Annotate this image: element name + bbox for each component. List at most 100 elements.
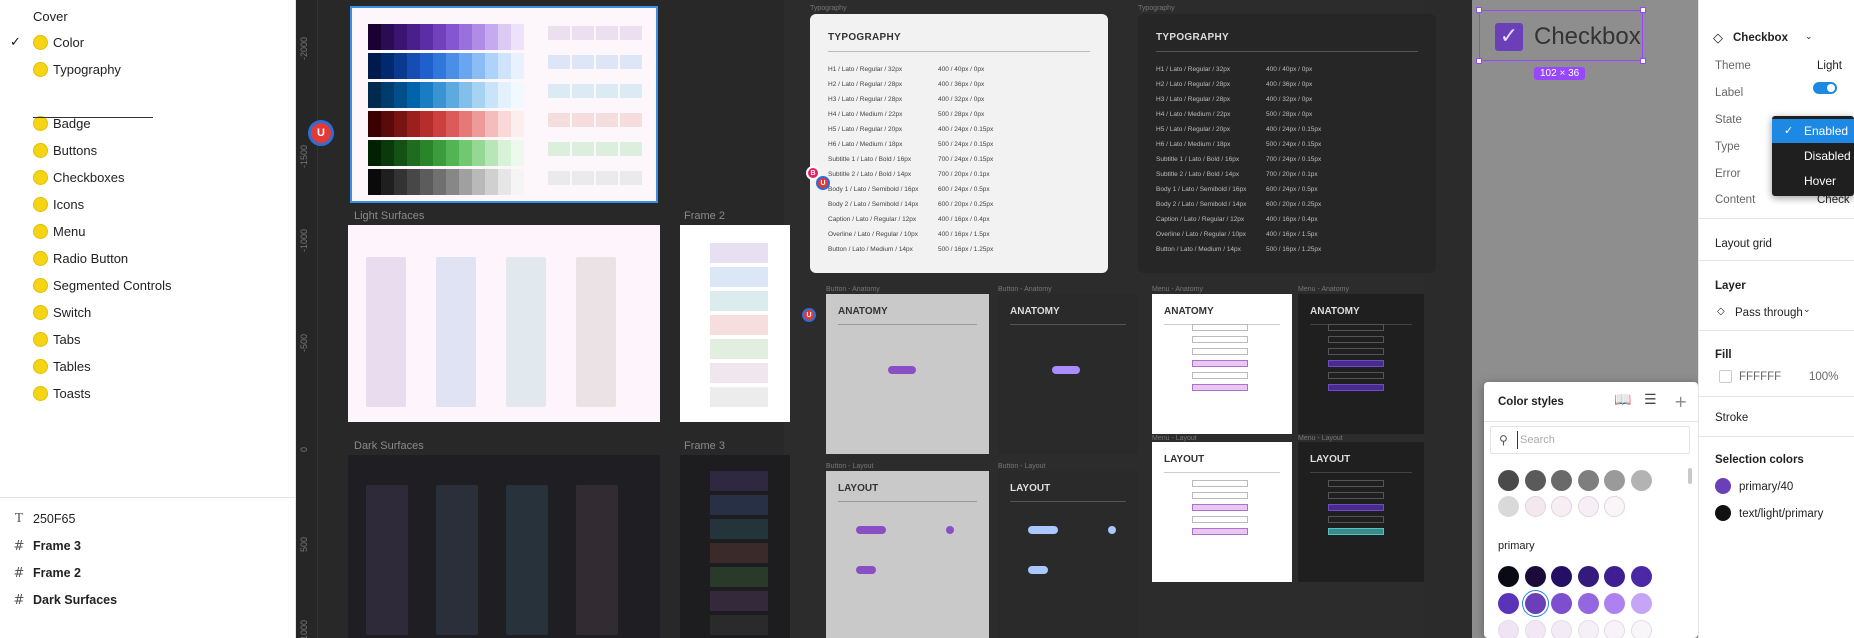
resize-handle[interactable] bbox=[1476, 58, 1482, 64]
fill-swatch[interactable] bbox=[1719, 370, 1732, 383]
frame-label-frame2[interactable]: Frame 2 bbox=[684, 210, 725, 222]
color-styles-search[interactable]: ⚲ bbox=[1490, 426, 1690, 454]
stroke-heading[interactable]: Stroke bbox=[1715, 412, 1748, 424]
search-input[interactable] bbox=[1517, 431, 1677, 449]
frame-label-frame3[interactable]: Frame 3 bbox=[684, 440, 725, 452]
fill-hex[interactable]: FFFFFF bbox=[1739, 371, 1781, 383]
fill-opacity[interactable]: 100% bbox=[1809, 371, 1838, 383]
color-style-swatch[interactable] bbox=[1578, 470, 1599, 491]
layer-item[interactable]: # Dark Surfaces bbox=[0, 584, 295, 616]
frame-label-button-layout[interactable]: Button - Layout bbox=[826, 463, 873, 470]
menu-anatomy-dark-card[interactable]: ANATOMY bbox=[1298, 294, 1424, 434]
state-dropdown-menu[interactable]: ✓ Enabled Disabled Hover bbox=[1772, 116, 1854, 196]
color-style-swatch[interactable] bbox=[1578, 496, 1599, 517]
color-style-swatch[interactable] bbox=[1604, 620, 1625, 638]
list-view-icon[interactable]: ☰ bbox=[1644, 392, 1657, 408]
menu-anatomy-light-card[interactable]: ANATOMY bbox=[1152, 294, 1292, 434]
color-style-swatch[interactable] bbox=[1525, 566, 1546, 587]
color-styles-panel[interactable]: Color styles 📖 ☰ + ⚲ primary bbox=[1484, 382, 1698, 638]
frame-label-button-layout-2[interactable]: Button - Layout bbox=[998, 463, 1045, 470]
collaborator-avatar[interactable]: U bbox=[816, 176, 830, 190]
color-style-swatch[interactable] bbox=[1551, 566, 1572, 587]
button-anatomy-light-card[interactable]: ANATOMY bbox=[826, 294, 989, 454]
prop-value-theme[interactable]: Light bbox=[1817, 60, 1842, 72]
color-style-swatch[interactable] bbox=[1551, 470, 1572, 491]
menu-layout-dark-card[interactable]: LAYOUT bbox=[1298, 442, 1424, 582]
button-layout-light-card[interactable]: LAYOUT bbox=[826, 471, 989, 638]
typography-light-frame[interactable]: TYPOGRAPHY H1 / Lato / Regular / 32px 400… bbox=[810, 14, 1108, 273]
color-style-swatch[interactable] bbox=[1604, 470, 1625, 491]
frame-label-button-anatomy[interactable]: Button - Anatomy bbox=[826, 286, 880, 293]
color-style-swatch[interactable] bbox=[1498, 470, 1519, 491]
color-style-swatch[interactable] bbox=[1498, 496, 1519, 517]
resize-handle[interactable] bbox=[1640, 7, 1646, 13]
menu-line bbox=[1192, 492, 1248, 499]
button-anatomy-dark-card[interactable]: ANATOMY bbox=[998, 294, 1138, 454]
page-item[interactable]: Typography bbox=[0, 53, 295, 85]
color-style-swatch[interactable] bbox=[1498, 593, 1519, 614]
layout-grid-heading[interactable]: Layout grid bbox=[1715, 238, 1772, 250]
color-style-swatch[interactable] bbox=[1631, 470, 1652, 491]
selection-color-name[interactable]: primary/40 bbox=[1739, 481, 1793, 493]
color-style-swatch[interactable] bbox=[1525, 593, 1546, 614]
component-name[interactable]: Checkbox bbox=[1733, 32, 1788, 44]
resize-handle[interactable] bbox=[1640, 58, 1646, 64]
state-option[interactable]: Hover bbox=[1772, 169, 1854, 193]
typography-rule bbox=[828, 51, 1090, 52]
frame-label-menu-anatomy[interactable]: Menu - Anatomy bbox=[1152, 286, 1203, 293]
menu-line bbox=[1328, 372, 1384, 379]
color-style-swatch[interactable] bbox=[1525, 620, 1546, 638]
menu-layout-light-card[interactable]: LAYOUT bbox=[1152, 442, 1292, 582]
color-style-swatch[interactable] bbox=[1578, 566, 1599, 587]
state-option[interactable]: Disabled bbox=[1772, 144, 1854, 168]
color-style-swatch[interactable] bbox=[1498, 620, 1519, 638]
typography-dark-frame[interactable]: TYPOGRAPHY H1 / Lato / Regular / 32px 400… bbox=[1138, 14, 1436, 273]
frame-label-menu-anatomy-2[interactable]: Menu - Anatomy bbox=[1298, 286, 1349, 293]
frame-label-light-surfaces[interactable]: Light Surfaces bbox=[354, 210, 424, 222]
color-style-swatch[interactable] bbox=[1578, 593, 1599, 614]
frame3[interactable] bbox=[680, 455, 790, 638]
selection-color-swatch[interactable] bbox=[1715, 478, 1731, 494]
frame-label-typography-dark[interactable]: Typography bbox=[1138, 5, 1175, 12]
frame-label-menu-layout[interactable]: Menu - Layout bbox=[1152, 435, 1197, 442]
button-layout-dark-card[interactable]: LAYOUT bbox=[998, 471, 1138, 638]
selection-color-swatch[interactable] bbox=[1715, 505, 1731, 521]
add-style-icon[interactable]: + bbox=[1674, 392, 1687, 411]
scrollbar[interactable] bbox=[1688, 468, 1692, 484]
color-style-swatch[interactable] bbox=[1631, 620, 1652, 638]
palette-swatch bbox=[368, 53, 381, 79]
selection-color-name[interactable]: text/light/primary bbox=[1739, 508, 1823, 520]
frame-label-button-anatomy-2[interactable]: Button - Anatomy bbox=[998, 286, 1052, 293]
color-style-swatch[interactable] bbox=[1604, 593, 1625, 614]
checkbox-checked-icon[interactable]: ✓ bbox=[1495, 23, 1523, 51]
color-style-swatch[interactable] bbox=[1631, 566, 1652, 587]
collaborator-avatar[interactable]: U bbox=[802, 308, 816, 322]
color-style-swatch[interactable] bbox=[1551, 496, 1572, 517]
page-item[interactable]: Toasts bbox=[0, 377, 295, 409]
color-style-swatch[interactable] bbox=[1604, 566, 1625, 587]
frame-label-menu-layout-2[interactable]: Menu - Layout bbox=[1298, 435, 1343, 442]
color-palette-frame[interactable] bbox=[350, 6, 658, 203]
resize-handle[interactable] bbox=[1476, 7, 1482, 13]
state-option[interactable]: ✓ Enabled bbox=[1772, 119, 1854, 143]
color-style-swatch[interactable] bbox=[1578, 620, 1599, 638]
blend-mode-select[interactable]: Pass through bbox=[1735, 307, 1803, 319]
selected-checkbox-component[interactable]: ✓ Checkbox bbox=[1476, 7, 1646, 64]
color-style-swatch[interactable] bbox=[1551, 620, 1572, 638]
chevron-down-icon[interactable]: ⌄ bbox=[1803, 305, 1811, 315]
dark-surfaces-frame[interactable] bbox=[348, 455, 660, 638]
frame-label-typography-light[interactable]: Typography bbox=[810, 5, 847, 12]
label-toggle[interactable] bbox=[1813, 82, 1837, 94]
color-style-swatch[interactable] bbox=[1525, 496, 1546, 517]
collaborator-avatar[interactable]: U bbox=[308, 120, 334, 146]
color-style-swatch[interactable] bbox=[1525, 470, 1546, 491]
color-style-swatch[interactable] bbox=[1604, 496, 1625, 517]
frame2[interactable] bbox=[680, 225, 790, 422]
light-surfaces-frame[interactable] bbox=[348, 225, 660, 422]
frame-label-dark-surfaces[interactable]: Dark Surfaces bbox=[354, 440, 424, 452]
chevron-down-icon[interactable]: ⌄ bbox=[1805, 32, 1813, 42]
library-icon[interactable]: 📖 bbox=[1614, 392, 1631, 408]
color-style-swatch[interactable] bbox=[1631, 593, 1652, 614]
color-style-swatch[interactable] bbox=[1551, 593, 1572, 614]
color-style-swatch[interactable] bbox=[1498, 566, 1519, 587]
